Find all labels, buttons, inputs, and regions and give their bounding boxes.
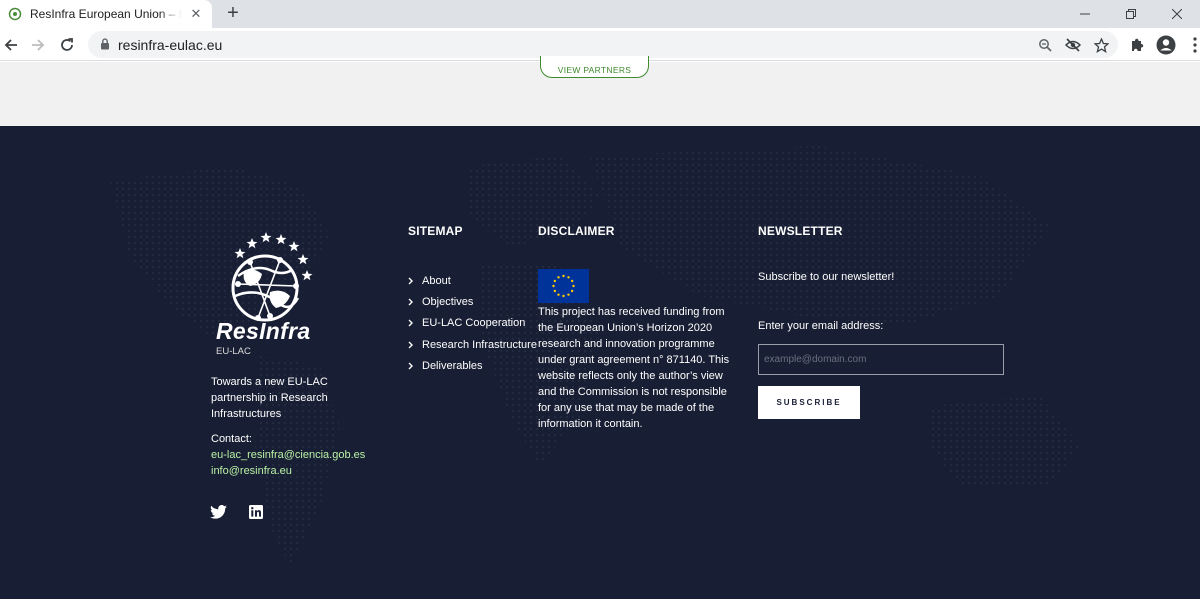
back-icon[interactable] bbox=[0, 34, 22, 56]
eu-star-icon bbox=[567, 293, 570, 296]
disclaimer-text: This project has received funding from t… bbox=[538, 306, 730, 430]
chevron-right-icon bbox=[408, 319, 416, 327]
eu-star-icon bbox=[553, 289, 557, 293]
sitemap-heading: SITEMAP bbox=[408, 224, 463, 238]
eu-star-icon bbox=[557, 293, 560, 296]
eu-star-icon bbox=[570, 279, 574, 283]
reload-icon[interactable] bbox=[56, 34, 78, 56]
eu-star-icon bbox=[570, 289, 574, 293]
chevron-right-icon bbox=[408, 362, 416, 370]
newsletter-email-input[interactable] bbox=[758, 344, 1004, 375]
logo-subtitle: EU-LAC bbox=[216, 346, 251, 357]
window-close-icon[interactable] bbox=[1154, 0, 1200, 28]
url-text: resinfra-eulac.eu bbox=[118, 37, 223, 53]
site-footer: ResInfra EU-LAC Towards a new EU-LAC par… bbox=[0, 126, 1200, 599]
sitemap-link-label: About bbox=[422, 274, 451, 287]
contact-email-link[interactable]: eu-lac_resinfra@ciencia.gob.es bbox=[211, 449, 365, 461]
sitemap-link-label: EU-LAC Cooperation bbox=[422, 317, 526, 330]
address-bar[interactable]: resinfra-eulac.eu bbox=[88, 31, 1118, 58]
sitemap-link-objectives[interactable]: Objectives bbox=[408, 291, 537, 312]
sitemap-link-eu-lac-cooperation[interactable]: EU-LAC Cooperation bbox=[408, 313, 537, 334]
eu-star-icon bbox=[562, 274, 565, 278]
sitemap-link-research-infrastructure[interactable]: Research Infrastructure bbox=[408, 334, 537, 355]
eu-star-icon bbox=[557, 276, 560, 279]
newsletter-intro: Subscribe to our newsletter! bbox=[758, 271, 895, 283]
view-partners-button[interactable]: VIEW PARTNERS bbox=[540, 56, 649, 78]
eu-flag-icon bbox=[538, 269, 589, 303]
linkedin-icon[interactable] bbox=[247, 504, 265, 520]
new-tab-icon[interactable]: + bbox=[222, 3, 244, 25]
forward-icon[interactable] bbox=[27, 34, 49, 56]
footer-tagline: Towards a new EU-LAC partnership in Rese… bbox=[211, 376, 328, 420]
contact-label: Contact: bbox=[211, 433, 252, 445]
bookmark-star-icon[interactable] bbox=[1092, 36, 1110, 54]
logo-wordmark: ResInfra bbox=[216, 318, 311, 344]
eu-star-icon bbox=[572, 284, 575, 288]
subscribe-button[interactable]: SUBSCRIBE bbox=[758, 386, 860, 419]
chevron-right-icon bbox=[408, 277, 416, 285]
sitemap-link-label: Objectives bbox=[422, 295, 474, 308]
eu-star-icon bbox=[553, 279, 557, 283]
eu-star-icon bbox=[567, 276, 570, 279]
zoom-icon[interactable] bbox=[1036, 36, 1054, 54]
close-tab-icon[interactable]: ✕ bbox=[188, 6, 204, 22]
tab-bar: ResInfra European Union – Latin America … bbox=[0, 0, 1200, 28]
site-favicon-icon bbox=[8, 7, 22, 21]
contact-email-link[interactable]: info@resinfra.eu bbox=[211, 465, 292, 477]
email-field-label: Enter your email address: bbox=[758, 320, 884, 332]
restore-icon[interactable] bbox=[1108, 0, 1154, 28]
eu-star-icon bbox=[562, 294, 565, 298]
partners-section: VIEW PARTNERS bbox=[0, 56, 1200, 126]
disclaimer-heading: DISCLAIMER bbox=[538, 224, 615, 238]
sitemap-link-about[interactable]: About bbox=[408, 270, 537, 291]
eu-star-icon bbox=[552, 284, 555, 288]
newsletter-heading: NEWSLETTER bbox=[758, 224, 843, 238]
profile-avatar-icon[interactable] bbox=[1155, 34, 1177, 56]
sitemap-link-deliverables[interactable]: Deliverables bbox=[408, 355, 537, 376]
chevron-right-icon bbox=[408, 341, 416, 349]
sitemap-list: About Objectives EU-LAC Cooperation Rese… bbox=[408, 270, 537, 376]
sitemap-link-label: Research Infrastructure bbox=[422, 338, 537, 351]
tab-title: ResInfra European Union – Latin America bbox=[30, 7, 182, 21]
sitemap-link-label: Deliverables bbox=[422, 359, 483, 372]
browser-tab[interactable]: ResInfra European Union – Latin America … bbox=[0, 0, 212, 28]
lock-icon[interactable] bbox=[98, 37, 112, 51]
kebab-menu-icon[interactable] bbox=[1184, 34, 1200, 56]
extensions-puzzle-icon[interactable] bbox=[1126, 34, 1148, 56]
chevron-right-icon bbox=[408, 298, 416, 306]
twitter-icon[interactable] bbox=[209, 504, 227, 520]
minimize-icon[interactable] bbox=[1062, 0, 1108, 28]
tracking-blocked-icon[interactable] bbox=[1064, 36, 1082, 54]
